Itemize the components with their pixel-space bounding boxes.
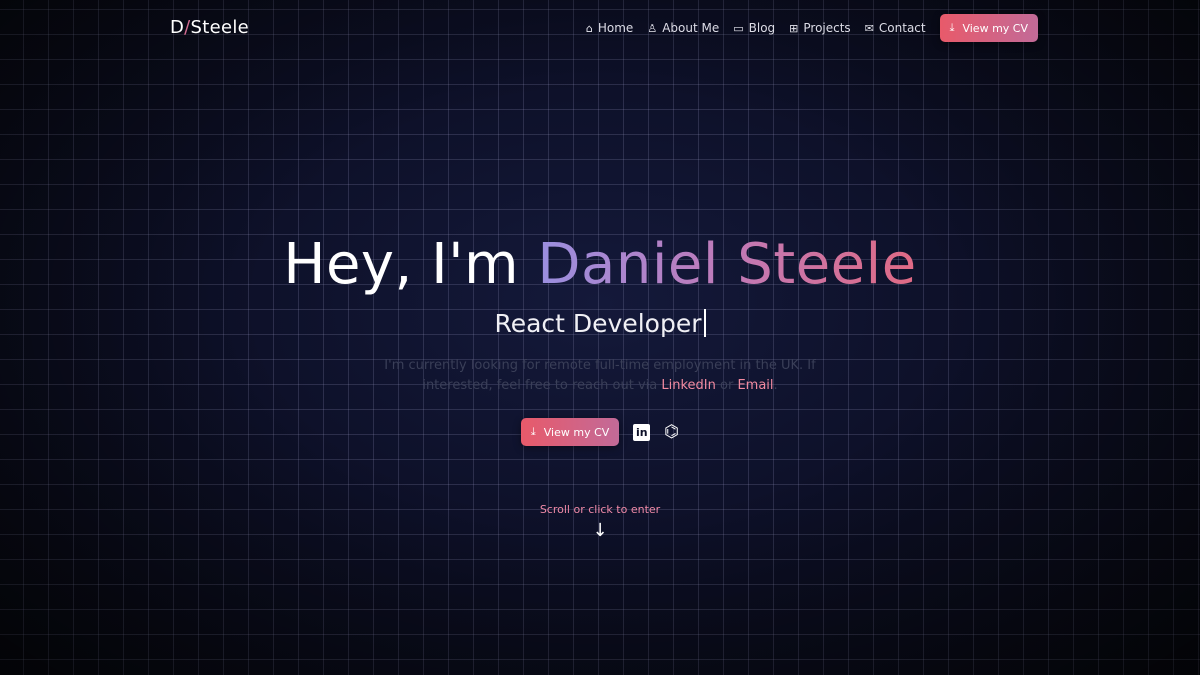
nav-contact[interactable]: ✉ Contact: [865, 21, 926, 35]
view-cv-button-nav[interactable]: ⤓ View my CV: [939, 14, 1038, 42]
or-text: or: [719, 378, 734, 393]
nav-about[interactable]: ♙ About Me: [647, 21, 719, 35]
cv-label: View my CV: [962, 21, 1028, 35]
logo-first: D: [170, 17, 185, 38]
scroll-prompt[interactable]: Scroll or click to enter ↓: [0, 503, 1200, 541]
logo[interactable]: D/Steele: [170, 17, 249, 38]
nav-projects[interactable]: ⊞ Projects: [789, 21, 851, 35]
hero-name: Daniel Steele: [537, 232, 917, 297]
role-text: React Developer: [494, 309, 702, 338]
arrow-down-icon[interactable]: ↓: [0, 520, 1200, 541]
typing-cursor: [703, 309, 706, 337]
nav-blog[interactable]: ▭ Blog: [733, 21, 775, 35]
logo-last: Steele: [190, 17, 250, 38]
nav-label: Contact: [878, 21, 926, 35]
linkedin-icon[interactable]: in: [633, 423, 651, 441]
mail-icon: ✉: [864, 21, 874, 35]
chat-icon: ▭: [733, 21, 744, 35]
period: .: [773, 378, 778, 393]
download-icon: ⤓: [530, 425, 536, 438]
hero-description: I'm currently looking for remote full-ti…: [365, 356, 835, 396]
hero-role: React Developer: [0, 309, 1200, 338]
scroll-label: Scroll or click to enter: [539, 503, 661, 516]
view-cv-button[interactable]: ⤓ View my CV: [520, 418, 620, 446]
email-link[interactable]: Email: [737, 378, 773, 393]
hero-actions: ⤓ View my CV in ⌬: [0, 418, 1200, 446]
nav-label: Blog: [748, 21, 776, 35]
hero-title: Hey, I'm Daniel Steele: [0, 232, 1200, 297]
home-icon: ⌂: [585, 21, 593, 35]
main-nav: ⌂ Home ♙ About Me ▭ Blog ⊞ Projects ✉ Contact…: [586, 14, 1038, 42]
grid-icon: ⊞: [789, 21, 799, 35]
greeting: Hey, I'm: [283, 232, 520, 297]
nav-label: Projects: [803, 21, 851, 35]
linkedin-link[interactable]: LinkedIn: [661, 378, 715, 393]
download-icon: ⤓: [949, 21, 955, 34]
cv-label: View my CV: [543, 425, 610, 439]
hero: Hey, I'm Daniel Steele React Developer I…: [0, 232, 1200, 446]
nav-home[interactable]: ⌂ Home: [586, 21, 633, 35]
github-icon[interactable]: ⌬: [664, 422, 679, 442]
user-icon: ♙: [647, 21, 658, 35]
nav-label: About Me: [662, 21, 720, 35]
nav-label: Home: [597, 21, 634, 35]
